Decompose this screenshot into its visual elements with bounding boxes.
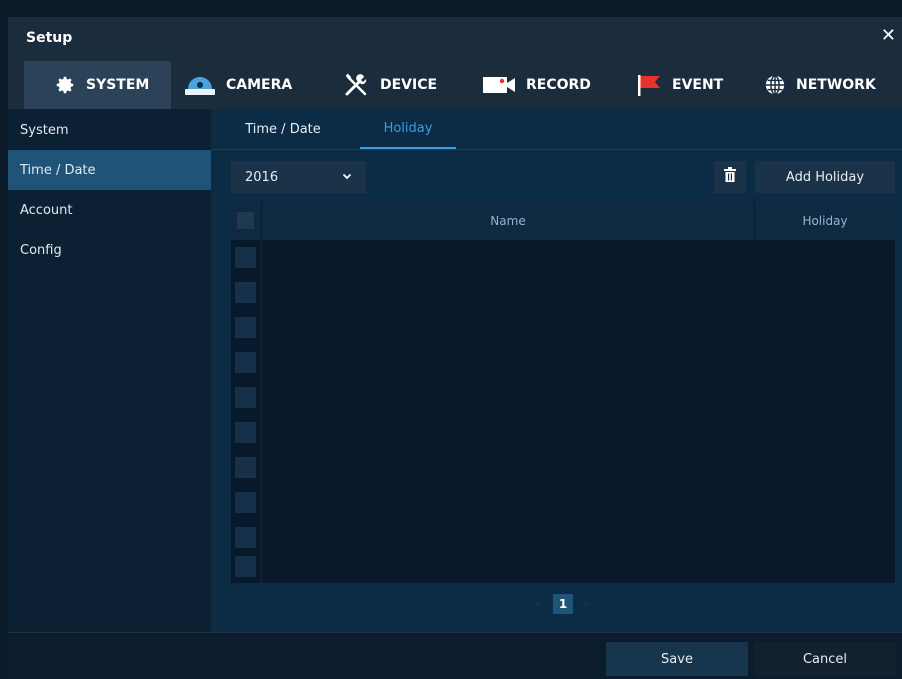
column-header-holiday: Holiday xyxy=(802,214,848,228)
tab-network-label: NETWORK xyxy=(796,77,876,93)
tools-icon xyxy=(344,73,370,97)
flag-icon xyxy=(636,73,662,97)
holiday-table: Name Holiday xyxy=(231,202,895,583)
select-all-checkbox[interactable] xyxy=(237,212,254,229)
prev-page-icon[interactable]: ‹ xyxy=(535,597,541,613)
column-header-name: Name xyxy=(490,214,526,228)
cancel-button[interactable]: Cancel xyxy=(754,642,896,676)
tab-system-label: SYSTEM xyxy=(86,77,150,93)
tab-event-label: EVENT xyxy=(672,77,724,93)
page-number-current[interactable]: 1 xyxy=(553,594,573,614)
row-checkbox[interactable] xyxy=(235,387,256,408)
row-checkbox[interactable] xyxy=(235,527,256,548)
tab-time-date[interactable]: Time / Date xyxy=(227,109,339,149)
save-button[interactable]: Save xyxy=(606,642,748,676)
year-value: 2016 xyxy=(245,169,279,185)
add-holiday-button[interactable]: Add Holiday xyxy=(755,161,895,193)
year-select[interactable]: 2016 xyxy=(231,161,366,193)
camera-dome-icon xyxy=(184,74,216,96)
sidebar-item-label: Time / Date xyxy=(20,162,96,178)
tab-network[interactable]: NETWORK xyxy=(764,61,876,109)
tab-camera[interactable]: CAMERA xyxy=(184,61,292,109)
row-checkbox[interactable] xyxy=(235,492,256,513)
tab-camera-label: CAMERA xyxy=(226,77,293,93)
sidebar-item-label: Account xyxy=(20,202,73,218)
sidebar-item-label: System xyxy=(20,122,69,138)
tab-device[interactable]: DEVICE xyxy=(344,61,437,109)
gear-icon xyxy=(54,74,76,96)
top-tab-bar: SYSTEM CAMERA DEVICE RECORD EVENT NETWOR… xyxy=(8,61,902,110)
trash-icon xyxy=(723,167,737,187)
table-header: Name Holiday xyxy=(231,202,895,240)
sidebar-item-system[interactable]: System xyxy=(8,110,211,150)
pagination: ‹ 1 › xyxy=(211,589,902,619)
row-checkbox[interactable] xyxy=(235,352,256,373)
row-checkbox[interactable] xyxy=(235,422,256,443)
sidebar: System Time / Date Account Config xyxy=(8,109,211,632)
next-page-icon[interactable]: › xyxy=(583,597,589,613)
setup-window: Setup ✕ SYSTEM CAMERA DEVICE RECORD EVEN… xyxy=(0,0,902,679)
row-checkbox[interactable] xyxy=(235,457,256,478)
chevron-down-icon xyxy=(342,170,352,185)
tab-record-label: RECORD xyxy=(526,77,591,93)
tab-holiday[interactable]: Holiday xyxy=(360,109,456,149)
tab-record[interactable]: RECORD xyxy=(482,61,591,109)
globe-icon xyxy=(764,74,786,96)
sidebar-item-config[interactable]: Config xyxy=(8,230,211,270)
sidebar-item-account[interactable]: Account xyxy=(8,190,211,230)
video-record-icon xyxy=(482,75,516,95)
sidebar-item-time-date[interactable]: Time / Date xyxy=(8,150,211,190)
window-title: Setup xyxy=(26,30,73,46)
title-bar: Setup ✕ xyxy=(8,17,902,61)
delete-button[interactable] xyxy=(714,161,746,193)
column-divider xyxy=(261,240,262,583)
content-panel: Time / Date Holiday 2016 Add Holiday Nam… xyxy=(211,109,902,632)
tab-event[interactable]: EVENT xyxy=(636,61,723,109)
close-icon[interactable]: ✕ xyxy=(881,25,896,47)
tab-system[interactable]: SYSTEM xyxy=(24,61,171,109)
tab-device-label: DEVICE xyxy=(380,77,438,93)
row-checkbox[interactable] xyxy=(235,282,256,303)
row-checkbox[interactable] xyxy=(235,556,256,577)
row-checkbox[interactable] xyxy=(235,247,256,268)
footer-bar: Save Cancel xyxy=(8,632,902,679)
sub-tab-bar: Time / Date Holiday xyxy=(211,109,902,150)
sidebar-item-label: Config xyxy=(20,242,62,258)
row-checkbox[interactable] xyxy=(235,317,256,338)
